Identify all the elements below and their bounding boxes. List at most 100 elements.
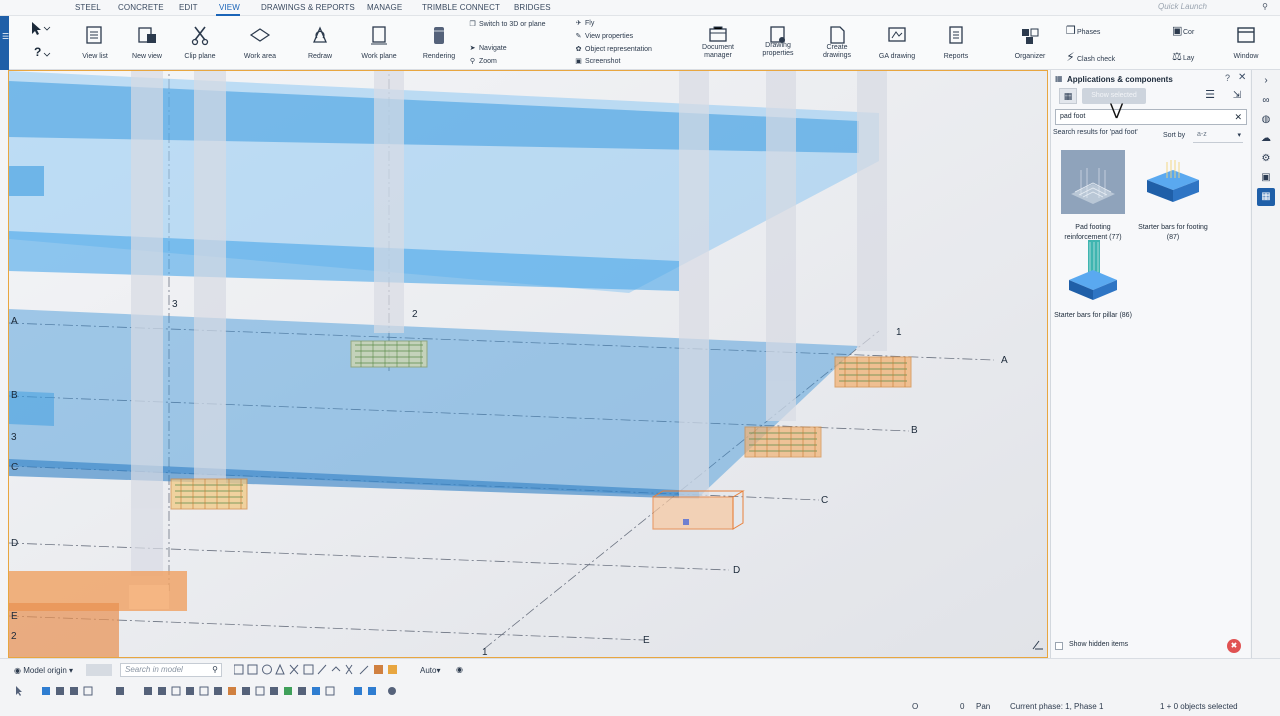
help-icon[interactable]: ? [1225,73,1230,83]
menu-bar: STEEL CONCRETE EDIT VIEW DRAWINGS & REPO… [0,0,1280,16]
switch-3d-button[interactable]: ❒ Switch to 3D or plane [468,20,545,28]
organizer-icon [1022,28,1039,44]
create-drawings-button[interactable]: Create drawings [816,16,858,70]
selection-toolbar[interactable] [12,685,412,697]
quick-launch-input[interactable]: Quick Launch ⚲ [1152,2,1272,14]
drawing-properties-button[interactable]: Drawing properties [758,16,798,70]
tab-steel[interactable]: STEEL [75,3,101,12]
collapse-arrows-icon: ⇲ [1232,90,1242,101]
screenshot-button[interactable]: ▣ Screenshot [574,57,620,65]
navigate-button[interactable]: ➤ Navigate [468,44,507,52]
fly-icon: ✈ [575,20,582,27]
redraw-button[interactable]: Redraw [300,16,340,70]
list-view-button[interactable]: ☰ [1202,88,1218,104]
globe-icon[interactable]: ◍ [1257,111,1275,129]
tab-bridges[interactable]: BRIDGES [514,3,551,12]
text-cursor-icon: ⋁ [1110,102,1124,119]
work-plane-label: Work plane [361,53,397,60]
close-icon[interactable]: ✕ [1238,72,1246,83]
fly-button[interactable]: ✈ Fly [574,19,595,27]
tab-view[interactable]: VIEW [219,3,240,12]
tab-trimble-connect[interactable]: TRIMBLE CONNECT [422,3,500,12]
zoom-button[interactable]: ⚲ Zoom [468,57,497,65]
starter-bars-pillar-icon [1069,240,1117,300]
new-view-button[interactable]: New view [128,16,166,70]
clear-search-icon[interactable]: ✕ [1234,110,1242,124]
component-card-pad-footing[interactable]: Pad footing reinforcement (77) [1053,150,1133,243]
work-area-icon [249,28,271,42]
model-origin-select[interactable]: ◉ Model origin ▾ [14,666,73,675]
show-hidden-checkbox[interactable] [1055,642,1063,650]
component-card-starter-bars-footing[interactable]: Starter bars for footing (87) [1133,150,1213,243]
origin-icon: ◉ [14,666,21,675]
footing-1a [834,356,912,388]
error-icon[interactable]: ✖ [1227,639,1241,653]
grid-label-d-left: D [11,538,18,549]
model-viewport[interactable]: A B 3 C D E 2 A B C D E 3 2 1 1 [8,70,1048,658]
cor-button[interactable]: ▣Cor [1172,24,1194,37]
chevron-down-icon: ▾ [69,666,74,675]
object-representation-icon: ✿ [575,46,582,53]
clip-plane-button[interactable]: Clip plane [180,16,220,70]
view-properties-button[interactable]: ✎ View properties [574,32,634,40]
work-area-button[interactable]: Work area [238,16,282,70]
phases-button[interactable]: ❒Phases [1066,24,1100,37]
grid-label-e-right: E [643,635,650,646]
organizer-button[interactable]: Organizer [1010,16,1050,70]
cube-icon[interactable]: ▣ [1257,169,1275,187]
document-manager-button[interactable]: Document manager [696,16,740,70]
window-icon [1237,27,1255,43]
chevron-right-icon[interactable]: › [1257,72,1275,90]
cloud-icon[interactable]: ☁ [1257,130,1275,148]
eye-icon[interactable]: ◉ [456,665,463,674]
sort-by-select[interactable]: a-z ▾ [1193,131,1243,143]
tab-manage[interactable]: MANAGE [367,3,402,12]
pad-footing-reinforcement-icon [1061,150,1125,214]
gear-icon[interactable]: ⚙ [1257,150,1275,168]
app-menu-strip[interactable]: ☰ [0,16,9,70]
cor-label: Cor [1183,29,1195,36]
select-tools[interactable]: ? [12,16,58,70]
status-mode: Pan [976,702,991,711]
axis-label-3: 3 [172,299,178,310]
window-button[interactable]: Window [1228,16,1264,70]
reports-button[interactable]: Reports [936,16,976,70]
lay-button[interactable]: ⚖Lay [1172,50,1194,63]
link-icon[interactable]: ∞ [1257,92,1275,110]
layout-icon: ⚖ [1172,51,1182,63]
view-list-icon [86,26,102,44]
component-card-starter-bars-pillar[interactable]: Starter bars for pillar (86) [1053,238,1133,321]
snap-icons [233,663,397,675]
collapse-button[interactable]: ⇲ [1229,88,1245,104]
quick-launch-placeholder: Quick Launch [1158,2,1207,11]
side-panel-strip: › ∞ ◍ ☁ ⚙ ▣ ▦ [1251,70,1280,658]
selection-filter-icons [16,686,396,696]
starter-bars-footing-icon [1147,160,1199,202]
applications-components-icon[interactable]: ▦ [1257,188,1275,206]
redraw-label: Redraw [307,53,333,60]
auto-select[interactable]: Auto▾ [420,666,440,675]
rendering-icon [434,27,444,44]
tab-concrete[interactable]: CONCRETE [118,3,164,12]
new-view-label: New view [132,53,162,60]
camera-icon: ▣ [575,58,582,65]
rendering-button[interactable]: Rendering [418,16,460,70]
view-properties-icon: ✎ [575,33,582,40]
tab-drawings-reports[interactable]: DRAWINGS & REPORTS [261,3,355,12]
grid-view-button[interactable]: ▦ [1059,88,1077,104]
clash-check-button[interactable]: ⚡ Clash check [1066,50,1115,64]
search-results-text: Search results for 'pad foot' [1053,129,1138,136]
object-representation-button[interactable]: ✿ Object representation [574,45,652,53]
tab-edit[interactable]: EDIT [179,3,198,12]
sort-value: a-z [1197,131,1207,138]
origin-tools[interactable] [86,664,112,676]
snap-toolbar[interactable] [233,663,414,677]
work-plane-button[interactable]: Work plane [356,16,402,70]
model-search-input[interactable]: Search in model ⚲ [120,663,222,677]
component-search-input[interactable]: pad foot ✕ [1055,109,1247,125]
sort-by-label: Sort by [1163,132,1186,139]
status-o: O [912,702,919,711]
view-list-button[interactable]: View list [76,16,114,70]
ga-drawing-button[interactable]: GA drawing [874,16,920,70]
ribbon: ☰ ? View list New view Clip plane Work a… [0,16,1280,70]
